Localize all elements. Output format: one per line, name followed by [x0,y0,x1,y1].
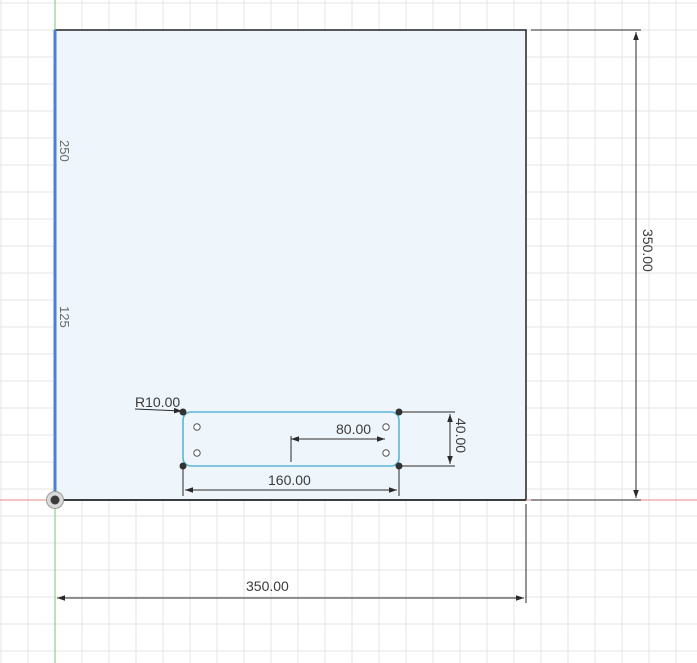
radius-dimension[interactable]: R10.00 [134,394,183,414]
slot-center-point[interactable] [193,423,201,431]
sketch-point[interactable] [179,408,187,416]
svg-text:350.00: 350.00 [246,578,289,594]
overall-height-dimension[interactable]: 350.00 [531,29,656,501]
overall-width-dimension[interactable]: 350.00 [57,504,527,603]
svg-text:160.00: 160.00 [268,472,311,488]
slot-center-point[interactable] [382,449,390,457]
slot-center-point[interactable] [193,449,201,457]
sketch-canvas[interactable]: 250 125 R10.00 80.00 40.00 160.00 350.00… [0,0,697,663]
svg-text:R10.00: R10.00 [135,394,180,410]
svg-text:40.00: 40.00 [453,418,469,453]
origin-point[interactable] [46,491,64,509]
svg-text:350.00: 350.00 [640,229,656,272]
svg-text:80.00: 80.00 [336,421,371,437]
axis-label-250: 250 [57,140,72,162]
axis-label-125: 125 [57,306,72,328]
slot-center-point[interactable] [382,423,390,431]
